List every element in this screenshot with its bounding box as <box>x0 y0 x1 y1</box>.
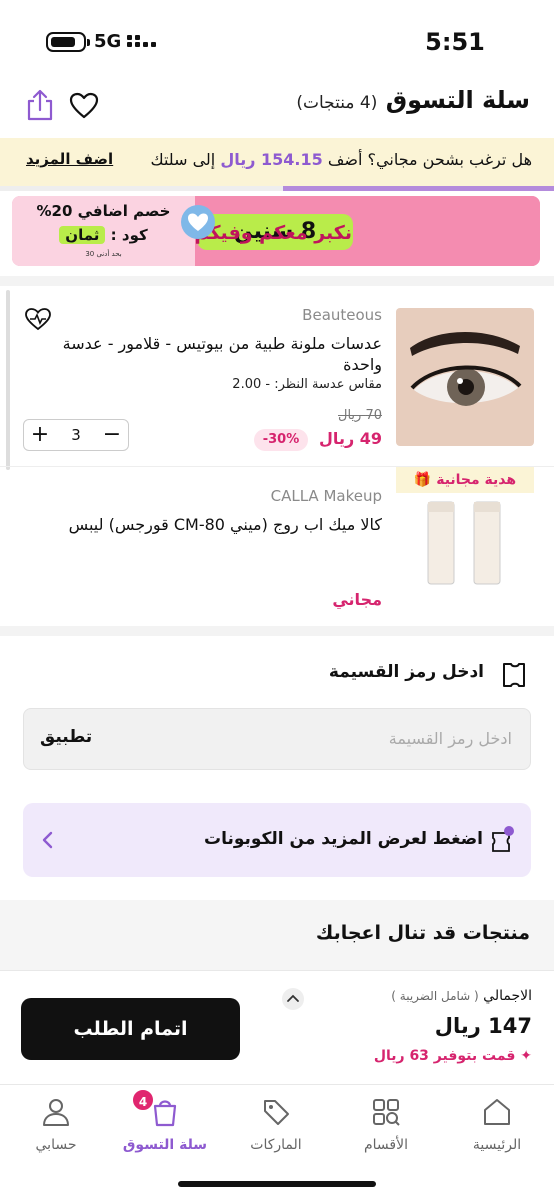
gift-brand: CALLA Makeup <box>270 487 382 505</box>
signal-icon <box>127 35 156 47</box>
sparkle-icon: ✦ <box>520 1048 532 1064</box>
banner-thanks: نكبر معكم وفيكم <box>194 222 352 244</box>
product-name[interactable]: عدسات ملونة طبية من بيوتيس - قلامور - عد… <box>62 333 382 375</box>
shipping-suffix: إلى سلتك <box>150 150 216 169</box>
banner-heart-icon <box>181 205 215 239</box>
remove-favorite-icon[interactable] <box>24 306 52 332</box>
total-label-text: الاجمالي <box>483 988 532 1004</box>
total-label: الاجمالي ( شامل الضريبة ) <box>391 988 532 1004</box>
home-icon <box>484 1099 510 1125</box>
add-more-link[interactable]: اضف المزيد <box>26 150 113 168</box>
page-title: سلة التسوق (4 منتجات) <box>296 86 530 114</box>
banner-code: كود : ثمان <box>12 226 195 244</box>
recommendations-title: منتجات قد تنال اعجابك <box>315 922 530 944</box>
tax-note: ( شامل الضريبة ) <box>391 989 479 1003</box>
home-indicator <box>178 1181 376 1187</box>
coupon-placeholder: ادخل رمز القسيمة <box>388 729 512 748</box>
gift-tag: هدية مجانية 🎁 <box>396 467 534 493</box>
banner-min: بحد أدنى 30 <box>85 250 122 258</box>
banner-code-value: ثمان <box>59 226 106 244</box>
quantity-value: 3 <box>71 426 81 444</box>
gift-price: مجاني <box>332 590 382 609</box>
coupon-percent-icon <box>492 826 514 852</box>
free-shipping-text: هل ترغب بشحن مجاني؟ أضف 154.15 ريال إلى … <box>150 150 532 169</box>
status-time: 5:51 <box>425 28 485 56</box>
gift-tag-label: هدية مجانية <box>436 472 517 488</box>
scrollbar[interactable] <box>6 290 10 470</box>
section-divider <box>0 626 554 636</box>
shipping-progress-fill <box>283 186 554 191</box>
discount-badge: -30% <box>254 429 308 451</box>
gift-icon: 🎁 <box>413 472 432 488</box>
tab-label: الأقسام <box>364 1137 408 1153</box>
coupon-title: ادخل رمز القسيمة <box>328 662 484 682</box>
more-coupons-label: اضغط لعرض المزيد من الكوبونات <box>203 829 483 849</box>
banner-discount: خصم اضافي 20% <box>36 202 171 220</box>
tab-home[interactable]: الرئيسية <box>447 1095 547 1153</box>
gift-product-image[interactable] <box>396 494 534 590</box>
increase-button[interactable]: + <box>24 420 56 450</box>
total-value: 147 ريال <box>434 1014 532 1038</box>
coupon-input[interactable]: ادخل رمز القسيمة تطبيق <box>23 708 531 770</box>
product-price: 49 ريال <box>319 429 382 448</box>
coupon-icon <box>503 663 525 687</box>
item-count: (4 منتجات) <box>296 93 378 113</box>
tab-label: الرئيسية <box>472 1137 522 1153</box>
tab-cart[interactable]: سلة التسوق <box>115 1095 215 1153</box>
share-icon[interactable] <box>24 88 56 122</box>
quantity-stepper[interactable]: + 3 − <box>23 419 129 451</box>
gift-name[interactable]: كالا ميك اب روج (ميني CM-80 قورجس) ليبس <box>62 514 382 535</box>
decrease-button[interactable]: − <box>96 420 128 450</box>
categories-icon <box>373 1099 400 1126</box>
tab-label: الماركات <box>250 1137 302 1153</box>
chevron-left-icon <box>42 831 53 849</box>
tab-label: سلة التسوق <box>122 1137 208 1153</box>
chevron-up-icon[interactable] <box>282 988 304 1010</box>
banner-code-label: كود : <box>110 226 148 244</box>
shipping-progress-track <box>0 186 283 191</box>
network-label: 5G <box>94 31 122 52</box>
product-brand: Beauteous <box>302 306 382 324</box>
savings-text: ✦ قمت بتوفير 63 ريال <box>374 1048 532 1064</box>
product-image[interactable] <box>396 308 534 446</box>
tab-account[interactable]: حسابي <box>6 1095 106 1153</box>
tag-icon <box>264 1100 289 1125</box>
product-option: مقاس عدسة النظر: - 2.00 <box>232 377 382 392</box>
checkout-button[interactable]: اتمام الطلب <box>21 998 240 1060</box>
apply-button[interactable]: تطبيق <box>40 727 92 747</box>
old-price: 70 ريال <box>338 408 382 423</box>
tab-brands[interactable]: الماركات <box>226 1095 326 1153</box>
section-divider <box>0 276 554 286</box>
user-icon <box>43 1099 69 1126</box>
shipping-amount: 154.15 ريال <box>220 150 323 169</box>
wishlist-heart-icon[interactable] <box>68 90 100 122</box>
more-coupons-button[interactable]: اضغط لعرض المزيد من الكوبونات <box>23 803 531 877</box>
page-title-text: سلة التسوق <box>385 86 530 114</box>
tab-label: حسابي <box>35 1137 77 1153</box>
savings-value: قمت بتوفير 63 ريال <box>373 1048 516 1064</box>
cart-badge: 4 <box>131 1088 155 1112</box>
shipping-prefix: هل ترغب بشحن مجاني؟ أضف <box>327 150 532 169</box>
tab-categories[interactable]: الأقسام <box>336 1095 436 1153</box>
promo-banner[interactable]: 8 سنين نكبر معكم وفيكم خصم اضافي 20% كود… <box>12 196 540 266</box>
battery-icon <box>46 32 90 52</box>
